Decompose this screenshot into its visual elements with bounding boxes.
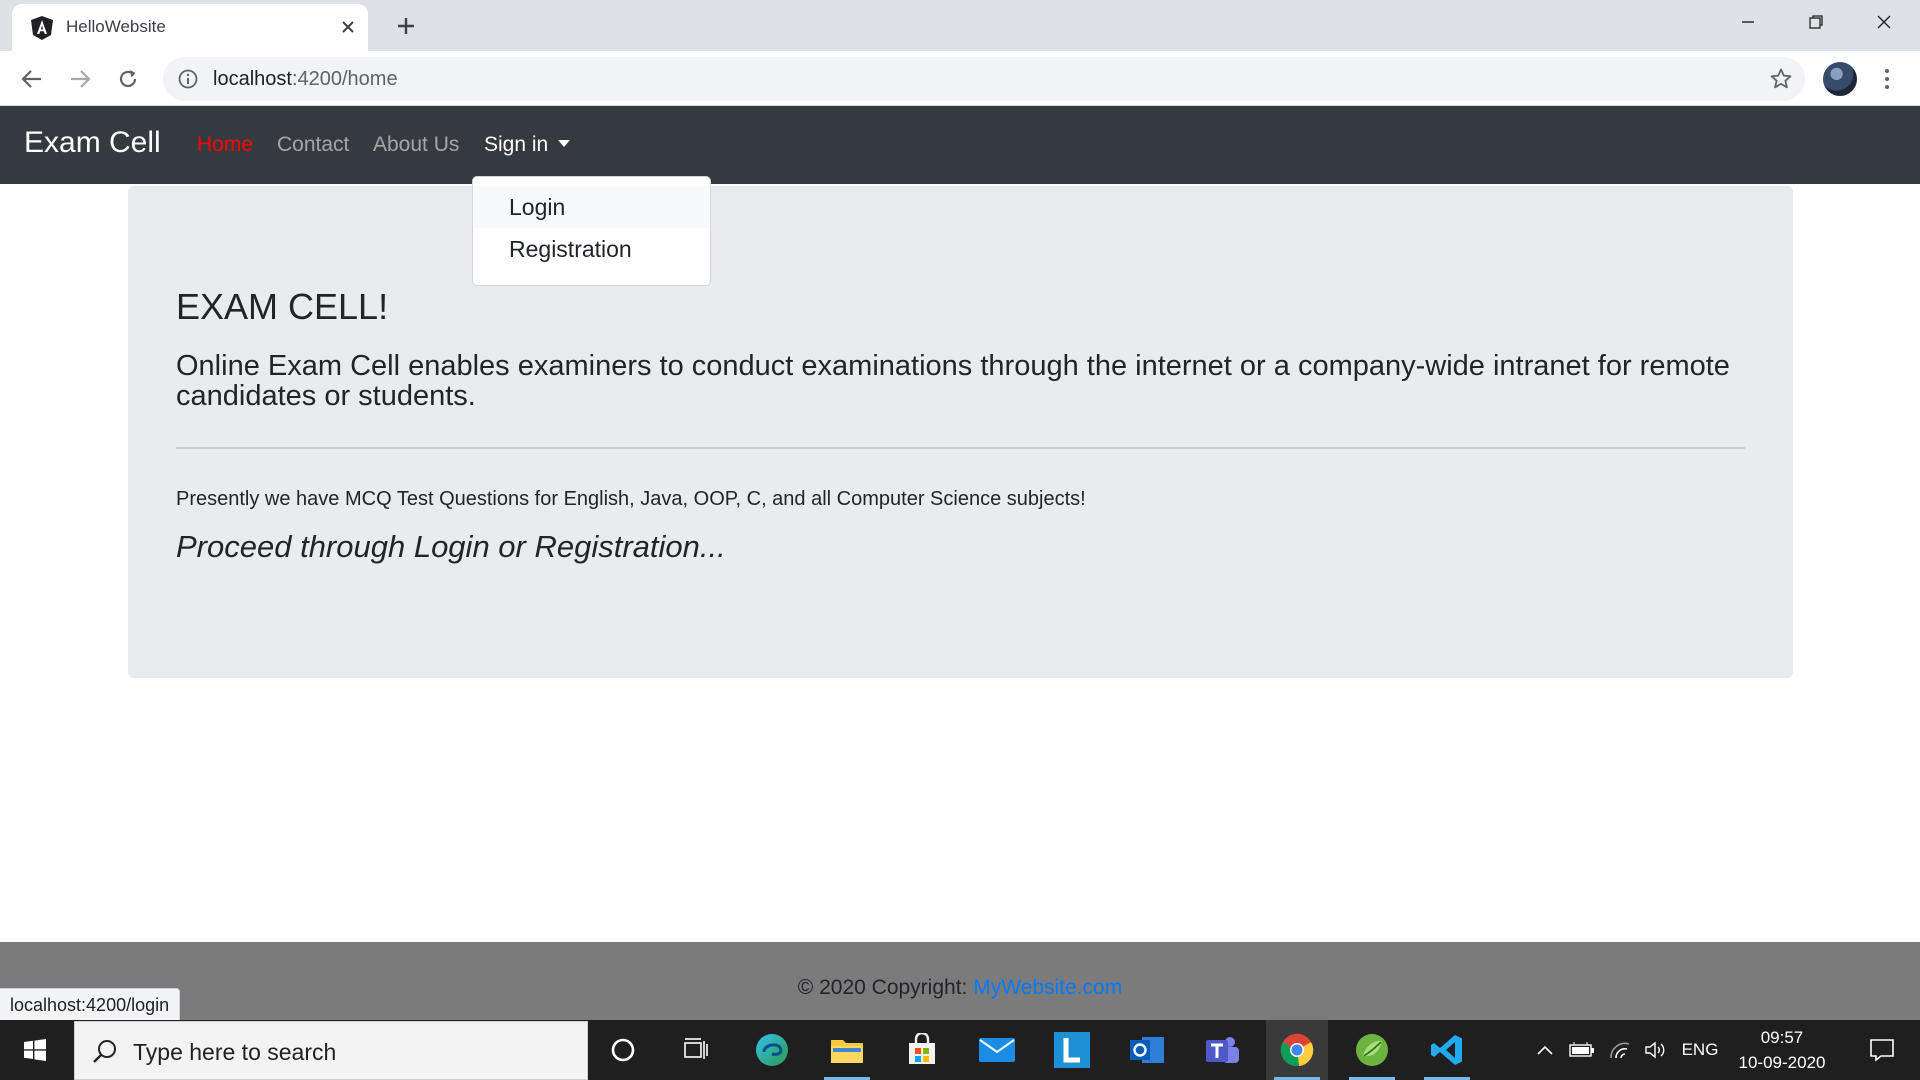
nav-link-about-us[interactable]: About Us [373, 133, 459, 157]
jumbotron-call-to-action: Proceed through Login or Registration... [176, 529, 726, 564]
site-navbar: Exam Cell Home Contact About Us Sign in [0, 106, 1920, 184]
dropdown-item-registration[interactable]: Registration [473, 228, 710, 270]
battery-icon[interactable] [1566, 1020, 1598, 1080]
taskbar-clock[interactable]: 09:57 10-09-2020 [1726, 1025, 1838, 1075]
browser-tab[interactable]: HelloWebsite [12, 4, 368, 51]
url-path: :4200/home [291, 68, 398, 90]
site-footer: © 2020 Copyright: MyWebsite.com [0, 942, 1920, 1020]
volume-icon[interactable] [1640, 1020, 1672, 1080]
page-viewport: Exam Cell Home Contact About Us Sign in … [0, 106, 1920, 1020]
new-tab-button[interactable] [390, 10, 422, 42]
reload-icon [119, 70, 137, 88]
jumbotron-text: Presently we have MCQ Test Questions for… [176, 488, 1086, 510]
browser-tab-strip: HelloWebsite [0, 0, 1920, 51]
vscode-icon[interactable] [1416, 1020, 1478, 1080]
windows-taskbar: Type here to search ENG 09:57 10-09-2020 [0, 1020, 1920, 1080]
task-view-icon[interactable] [665, 1020, 727, 1080]
back-arrow-icon [21, 70, 41, 88]
microsoft-store-icon[interactable] [891, 1020, 953, 1080]
windows-logo-icon [24, 1039, 46, 1061]
tab-title: HelloWebsite [66, 17, 166, 36]
taskbar-search-box[interactable]: Type here to search [74, 1021, 588, 1080]
browser-toolbar: localhost:4200/home [0, 51, 1920, 106]
forward-button[interactable] [60, 59, 100, 99]
back-button[interactable] [12, 59, 52, 99]
jumbotron: EXAM CELL! Online Exam Cell enables exam… [128, 186, 1793, 678]
close-window-button[interactable] [1850, 0, 1918, 44]
language-label: ENG [1681, 1040, 1719, 1059]
wifi-icon[interactable] [1604, 1020, 1636, 1080]
search-icon [93, 1040, 116, 1063]
reload-button[interactable] [108, 59, 148, 99]
file-explorer-icon[interactable] [816, 1020, 878, 1080]
search-placeholder: Type here to search [133, 1039, 337, 1065]
profile-avatar[interactable] [1823, 62, 1857, 96]
address-bar[interactable]: localhost:4200/home [163, 57, 1805, 101]
link-status-bubble: localhost:4200/login [0, 988, 181, 1020]
restore-button[interactable] [1782, 0, 1850, 44]
dropdown-item-login[interactable]: Login [473, 186, 710, 228]
footer-copyright: © 2020 Copyright: MyWebsite.com [0, 976, 1920, 1000]
angular-favicon-icon [31, 16, 53, 40]
chrome-icon[interactable] [1266, 1020, 1328, 1080]
caret-down-icon [558, 139, 571, 147]
l-app-icon[interactable] [1041, 1020, 1103, 1080]
nav-link-contact[interactable]: Contact [277, 133, 349, 157]
url-text: localhost:4200/home [213, 68, 398, 91]
jumbotron-title: EXAM CELL! [176, 286, 389, 327]
input-language[interactable]: ENG [1676, 1020, 1724, 1080]
notification-center-icon[interactable] [1852, 1020, 1912, 1080]
cortana-icon[interactable] [592, 1020, 654, 1080]
start-button[interactable] [0, 1020, 70, 1080]
footer-website-link[interactable]: MyWebsite.com [973, 976, 1122, 999]
spring-tool-icon[interactable] [1341, 1020, 1403, 1080]
nav-link-home[interactable]: Home [197, 133, 253, 157]
edge-icon[interactable] [741, 1020, 803, 1080]
divider [176, 447, 1745, 449]
sign-in-label: Sign in [484, 133, 549, 156]
browser-menu-icon[interactable] [1874, 61, 1900, 97]
bookmark-star-icon[interactable] [1769, 67, 1793, 91]
mail-icon[interactable] [966, 1020, 1028, 1080]
nav-dropdown-sign-in[interactable]: Sign in [484, 133, 571, 157]
url-host: localhost [213, 68, 292, 90]
site-info-icon[interactable] [177, 68, 199, 90]
forward-arrow-icon [71, 70, 91, 88]
outlook-icon[interactable] [1116, 1020, 1178, 1080]
sign-in-dropdown-menu: Login Registration [472, 176, 711, 286]
show-hidden-icons-chevron-icon[interactable] [1530, 1020, 1560, 1080]
teams-icon[interactable] [1191, 1020, 1253, 1080]
clock-time: 09:57 [1760, 1028, 1804, 1047]
tab-close-icon[interactable] [334, 13, 362, 41]
navbar-brand[interactable]: Exam Cell [24, 126, 161, 160]
clock-date: 10-09-2020 [1738, 1053, 1826, 1072]
minimize-button[interactable] [1714, 0, 1782, 44]
jumbotron-lead: Online Exam Cell enables examiners to co… [176, 350, 1730, 412]
copyright-text: © 2020 Copyright: [797, 976, 974, 999]
